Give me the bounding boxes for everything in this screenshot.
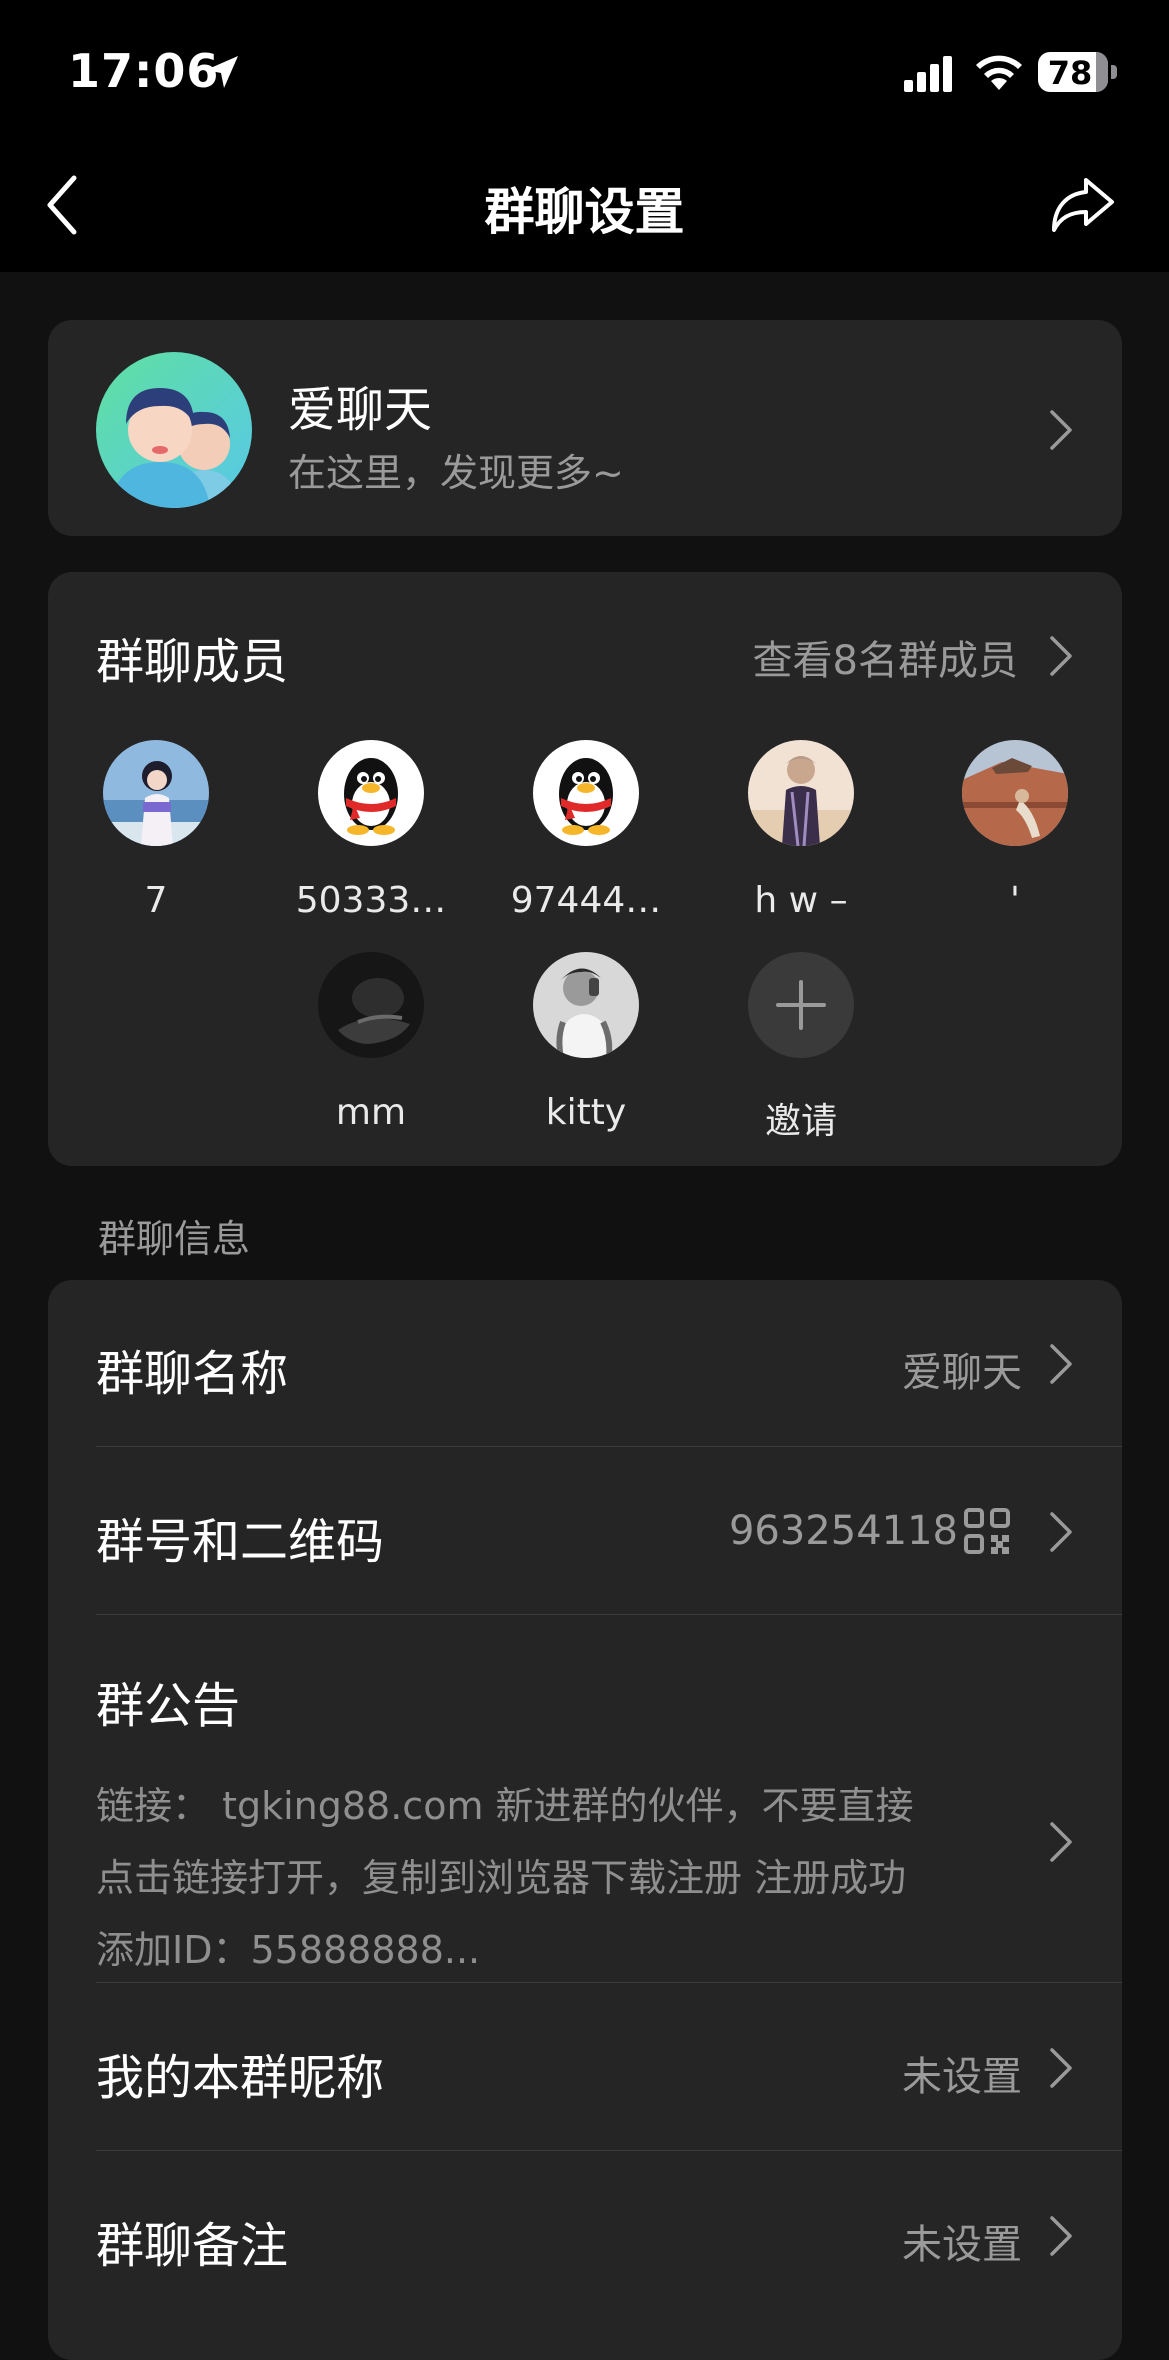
my-nickname-row[interactable]: 我的本群昵称 未设置 (96, 2038, 1074, 2106)
status-time: 17:06 (68, 44, 220, 98)
row-label: 群聊名称 (96, 1346, 289, 1402)
chevron-right-icon[interactable] (1048, 634, 1074, 678)
chevron-right-icon (1048, 2046, 1074, 2090)
group-name-row[interactable]: 群聊名称 爱聊天 (96, 1334, 1074, 1402)
cellular-signal-icon (904, 56, 954, 92)
member-name: h w – (754, 880, 848, 921)
group-notice-row[interactable]: 群公告 链接： tgking88.com 新进群的伙伴，不要直接 点击链接打开，… (96, 1666, 1074, 1972)
divider (96, 1446, 1122, 1447)
view-all-members-link[interactable]: 查看8名群成员 (753, 628, 1018, 686)
share-icon (1052, 178, 1114, 232)
member-name: 97444… (510, 880, 662, 921)
row-label: 群公告 (96, 1678, 241, 1734)
member-item[interactable]: h w – (694, 740, 908, 921)
wifi-icon (972, 52, 1026, 92)
group-id-value: 963254118 (728, 1508, 958, 1554)
chevron-right-icon (1048, 1342, 1074, 1386)
battery-percent: 78 (1047, 54, 1093, 92)
row-label: 群号和二维码 (96, 1514, 385, 1570)
member-item[interactable]: 97444… (479, 740, 693, 921)
member-item[interactable]: mm (264, 952, 478, 1133)
share-button[interactable] (1050, 174, 1116, 236)
member-name: mm (335, 1092, 407, 1133)
group-remark-row[interactable]: 群聊备注 未设置 (96, 2206, 1074, 2274)
group-name: 爱聊天 (288, 382, 433, 438)
qq-penguin-icon (318, 740, 424, 846)
group-profile-card[interactable]: 爱聊天 在这里，发现更多~ (48, 320, 1122, 536)
top-bar: 17:06 78 群聊设置 (0, 0, 1169, 272)
qr-code-icon (964, 1508, 1010, 1554)
plus-icon (748, 952, 854, 1058)
chevron-right-icon (1048, 1820, 1074, 1864)
invite-member-button[interactable]: 邀请 (694, 952, 908, 1144)
members-heading: 群聊成员 (96, 634, 289, 690)
divider (96, 2150, 1122, 2151)
member-item[interactable]: 50333… (264, 740, 478, 921)
row-label: 群聊备注 (96, 2218, 289, 2274)
qq-penguin-icon (533, 740, 639, 846)
member-avatar (962, 740, 1068, 846)
member-avatar (103, 740, 209, 846)
chevron-right-icon (1048, 408, 1074, 452)
member-name: 7 (144, 880, 168, 921)
notice-line: 添加ID：55888888... (96, 1928, 481, 1972)
member-item[interactable]: 7 (49, 740, 263, 921)
location-arrow-icon (202, 52, 242, 92)
chevron-right-icon (1048, 2214, 1074, 2258)
group-avatar (96, 352, 252, 508)
group-subtitle: 在这里，发现更多~ (288, 451, 624, 495)
member-avatar (533, 952, 639, 1058)
invite-label: 邀请 (764, 1101, 837, 1142)
member-avatar (748, 740, 854, 846)
member-name: kitty (545, 1092, 627, 1133)
row-value: 未设置 (902, 2222, 1022, 2268)
page-title: 群聊设置 (484, 183, 685, 241)
member-name: 50333… (295, 880, 447, 921)
member-name: ' (1010, 880, 1020, 921)
group-id-row[interactable]: 群号和二维码 963254118 (96, 1502, 1074, 1570)
members-card: 群聊成员 查看8名群成员 7 50333… 97444… h w – ' mm … (48, 572, 1122, 1166)
notice-line: 链接： tgking88.com 新进群的伙伴，不要直接 (96, 1784, 914, 1828)
divider (96, 1982, 1122, 1983)
member-item[interactable]: ' (908, 740, 1122, 921)
member-avatar (318, 952, 424, 1058)
group-info-card: 群聊名称 爱聊天 群号和二维码 963254118 群公告 链接： tgking… (48, 1280, 1122, 2360)
section-label: 群聊信息 (98, 1217, 251, 1261)
row-value: 爱聊天 (902, 1350, 1022, 1396)
row-value: 未设置 (902, 2054, 1022, 2100)
battery-icon: 78 (1038, 52, 1118, 94)
divider (96, 1614, 1122, 1615)
chevron-right-icon (1048, 1510, 1074, 1554)
row-label: 我的本群昵称 (96, 2050, 385, 2106)
notice-text: 链接： tgking88.com 新进群的伙伴，不要直接 点击链接打开，复制到浏… (96, 1770, 996, 1986)
notice-line: 点击链接打开，复制到浏览器下载注册 注册成功 (96, 1856, 907, 1900)
member-item[interactable]: kitty (479, 952, 693, 1133)
